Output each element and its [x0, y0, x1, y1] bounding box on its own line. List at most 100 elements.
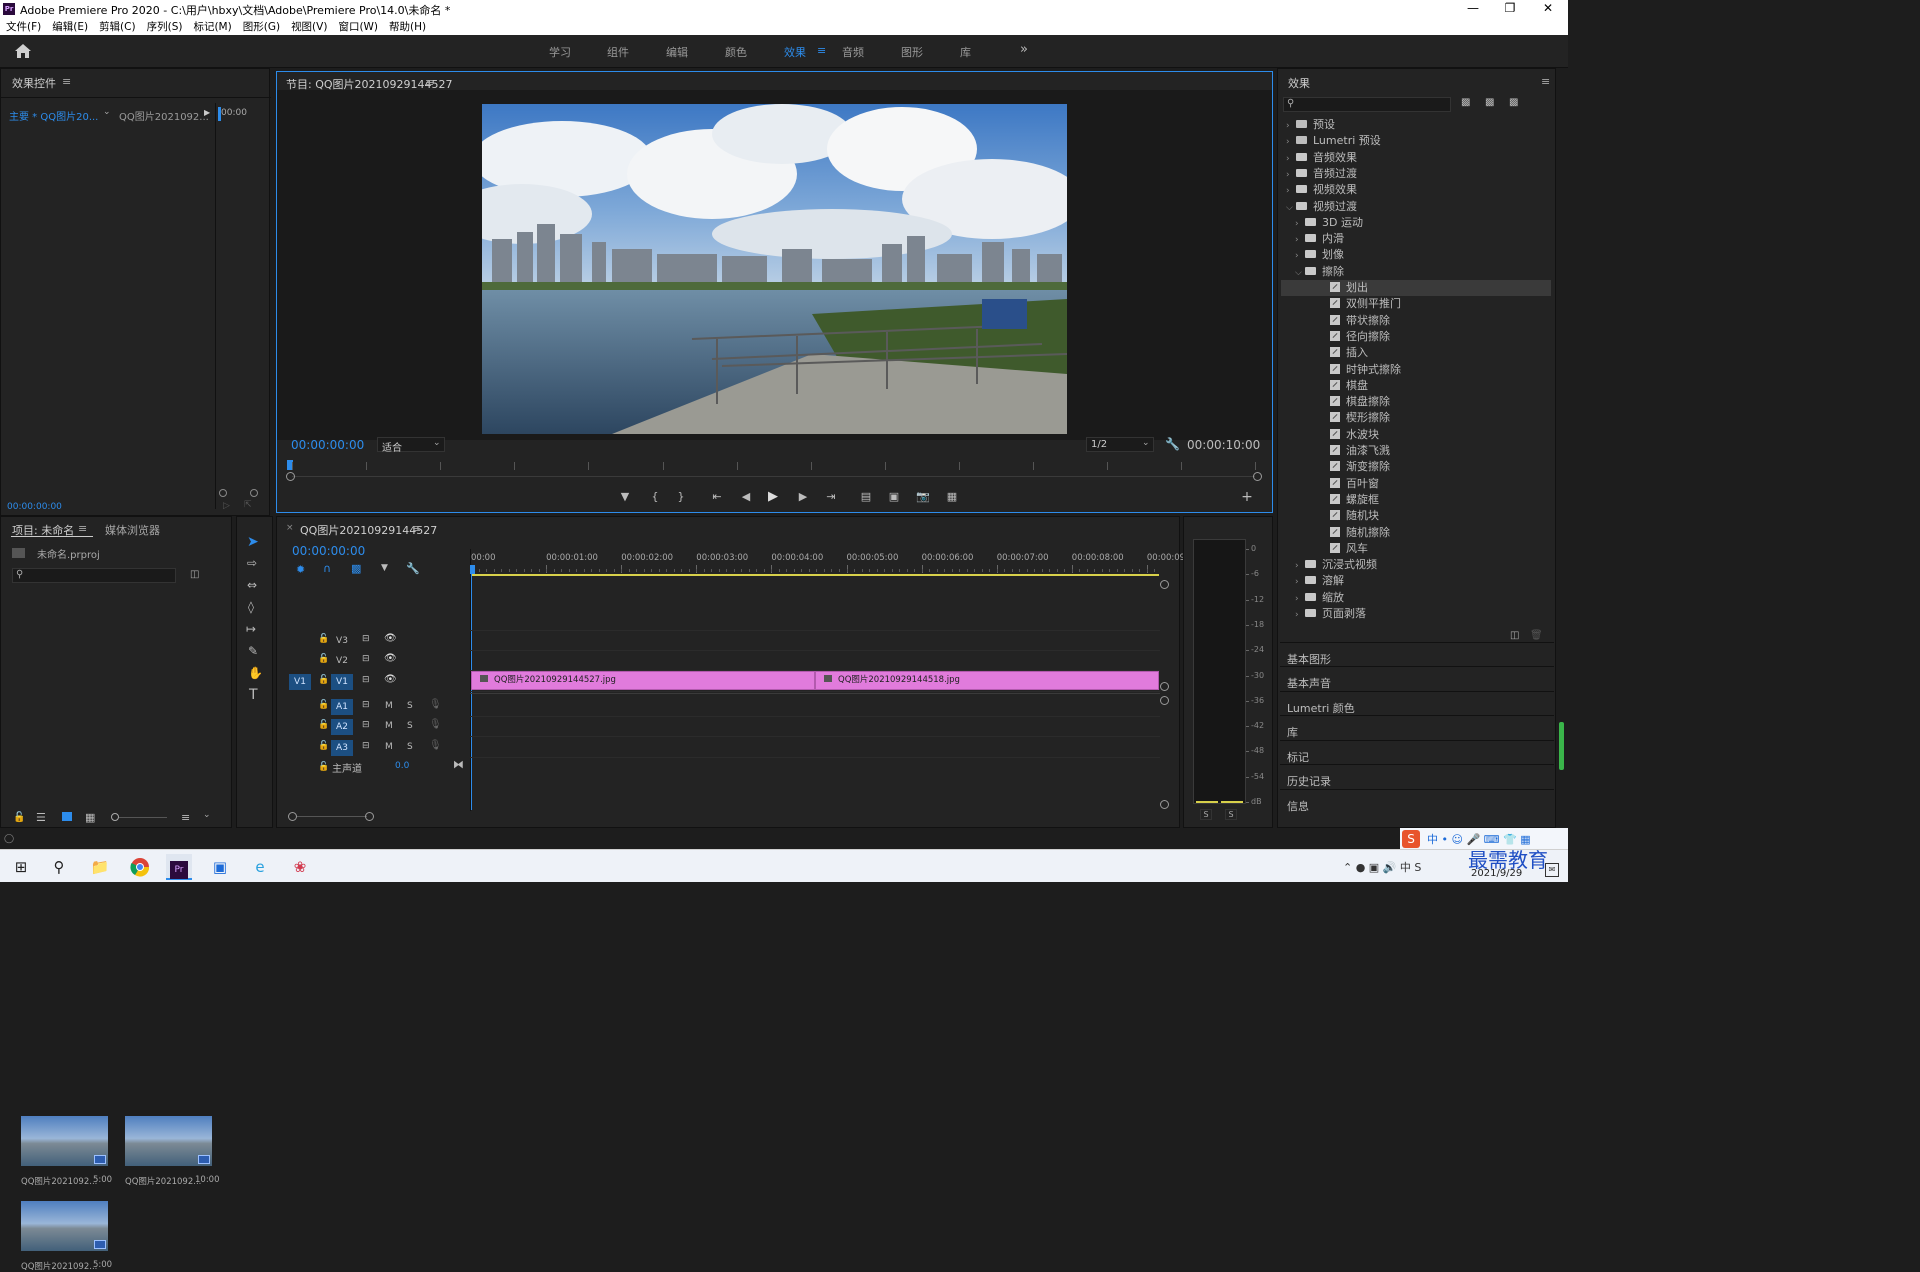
chevron-down-icon[interactable]: ⌵	[1286, 200, 1296, 216]
effect-tree-row[interactable]: ⌵ 视频过渡	[1281, 199, 1551, 215]
master-clip-label[interactable]: 主要 * QQ图片20...	[9, 108, 98, 123]
ripple-edit-tool-icon[interactable]: ⇔	[247, 578, 257, 592]
effect-tree-row[interactable]: 时钟式擦除	[1281, 362, 1551, 378]
mic-icon[interactable]: 🎙	[429, 719, 442, 730]
project-thumbnail[interactable]	[125, 1116, 212, 1166]
accelerated-effects-icon[interactable]: ▩	[1461, 97, 1470, 108]
minimize-button[interactable]: —	[1455, 0, 1491, 18]
yuv-effects-icon[interactable]: ▩	[1509, 97, 1518, 108]
tab-4[interactable]: 效果	[784, 44, 806, 60]
export-icon[interactable]: ⇱	[244, 500, 252, 510]
play-only-icon[interactable]: ▷	[223, 501, 230, 511]
add-marker-icon[interactable]: ▼	[381, 563, 388, 573]
search-icon[interactable]: ⚲	[46, 854, 72, 880]
project-item-name[interactable]: QQ图片2021092...	[21, 1175, 97, 1187]
mark-out-icon[interactable]: }	[673, 490, 689, 504]
chevron-right-icon[interactable]: ›	[1295, 607, 1305, 623]
effect-tree-row[interactable]: ⌵ 擦除	[1281, 264, 1551, 280]
ec-timecode[interactable]: 00:00:00:00	[7, 502, 62, 512]
wrench-icon[interactable]: 🔧	[406, 562, 420, 575]
effect-tree-row[interactable]: › 音频过渡	[1281, 166, 1551, 182]
effect-tree-row[interactable]: › 3D 运动	[1281, 215, 1551, 231]
section-5[interactable]: 历史记录	[1287, 773, 1331, 789]
audio-track-label[interactable]: A1	[331, 699, 353, 715]
section-0[interactable]: 基本图形	[1287, 651, 1331, 667]
effect-tree-row[interactable]: 双侧平推门	[1281, 296, 1551, 312]
slip-tool-icon[interactable]: ↦	[246, 622, 256, 636]
master-volume-value[interactable]: 0.0	[395, 761, 409, 771]
effects-search-input[interactable]: ⚲	[1283, 97, 1451, 112]
wrench-icon[interactable]: 🔧	[1165, 437, 1180, 451]
chevron-down-icon[interactable]: ⌄	[103, 107, 111, 117]
lock-icon[interactable]: 🔓	[318, 762, 329, 772]
scroll-handle-a[interactable]	[1160, 696, 1169, 705]
effect-controls-title[interactable]: 效果控件	[12, 75, 56, 91]
timeline-clip[interactable]: QQ图片20210929144527.jpg	[471, 671, 815, 690]
effect-tree-row[interactable]: 螺旋框	[1281, 492, 1551, 508]
mute-button[interactable]: M	[385, 721, 393, 731]
effect-tree-row[interactable]: 随机块	[1281, 508, 1551, 524]
zoom-handle-left[interactable]	[219, 489, 227, 497]
snap-icon[interactable]: ∩	[323, 562, 331, 575]
new-bin-icon[interactable]: ◫	[1510, 630, 1519, 641]
project-thumbnail[interactable]	[21, 1201, 108, 1251]
solo-right-button[interactable]: S	[1225, 809, 1237, 820]
close-sequence-icon[interactable]: ×	[286, 523, 294, 533]
tab-5[interactable]: 音频	[842, 44, 864, 60]
effect-tree-row[interactable]: › 视频效果	[1281, 182, 1551, 198]
sort-icon[interactable]: ≡	[181, 811, 190, 824]
maximize-button[interactable]: ❐	[1492, 0, 1528, 18]
h-scroll-handle-right[interactable]	[365, 812, 374, 821]
menu-item[interactable]: 标记(M)	[193, 19, 231, 34]
chrome-icon[interactable]	[127, 854, 153, 880]
section-1[interactable]: 基本声音	[1287, 675, 1331, 691]
fit-select[interactable]: 适合 ⌄	[377, 437, 445, 454]
source-patch-v1[interactable]: V1	[289, 674, 311, 690]
chevron-right-icon[interactable]: ›	[1295, 558, 1305, 574]
solo-left-button[interactable]: S	[1200, 809, 1212, 820]
tab-0[interactable]: 学习	[549, 44, 571, 60]
audio-track-label[interactable]: A2	[331, 719, 353, 735]
program-scrub-bar[interactable]	[292, 476, 1255, 477]
section-6[interactable]: 信息	[1287, 798, 1309, 814]
video-track-label[interactable]: V3	[331, 633, 353, 649]
lock-icon[interactable]: 🔓	[13, 812, 25, 823]
effect-tree-row[interactable]: 棋盘	[1281, 378, 1551, 394]
go-to-end-icon[interactable]: ⧓	[453, 758, 464, 771]
effect-tree-row[interactable]: 水波块	[1281, 427, 1551, 443]
lock-icon[interactable]: 🔓	[318, 634, 329, 644]
sync-lock-icon[interactable]: ⊟	[362, 741, 370, 751]
effect-tree-row[interactable]: › 预设	[1281, 117, 1551, 133]
timeline-clip[interactable]: QQ图片20210929144518.jpg	[815, 671, 1159, 690]
tab-2[interactable]: 编辑	[666, 44, 688, 60]
project-search-input[interactable]: ⚲	[12, 568, 176, 583]
tray-icons[interactable]: ⌃ ● ▣ 🔊 中 S	[1343, 859, 1421, 875]
effect-tree-row[interactable]: 油漆飞溅	[1281, 443, 1551, 459]
effect-tree-row[interactable]: › 内滑	[1281, 231, 1551, 247]
effect-tree-row[interactable]: › 划像	[1281, 247, 1551, 263]
tab-media-browser[interactable]: 媒体浏览器	[105, 522, 160, 538]
close-button[interactable]: ✕	[1530, 0, 1566, 18]
razor-tool-icon[interactable]: ◊	[248, 600, 254, 614]
timeline-timecode[interactable]: 00:00:00:00	[292, 544, 365, 558]
video-track-label[interactable]: V1	[331, 674, 353, 690]
effect-tree-row[interactable]: › 音频效果	[1281, 150, 1551, 166]
panel-menu-icon[interactable]: ≡	[62, 75, 71, 88]
sync-lock-icon[interactable]: ⊟	[362, 720, 370, 730]
timeline-playhead-head[interactable]	[470, 565, 475, 574]
h-scroll-handle-left[interactable]	[288, 812, 297, 821]
home-icon[interactable]	[14, 43, 32, 59]
32-bit-effects-icon[interactable]: ▩	[1485, 97, 1494, 108]
ie-icon[interactable]: e	[247, 854, 273, 880]
zoom-handle-right[interactable]	[250, 489, 258, 497]
chevron-right-icon[interactable]: ›	[1295, 216, 1305, 232]
zoom-slider-handle[interactable]	[111, 813, 119, 821]
sogou-icon[interactable]: S	[1402, 830, 1420, 848]
compare-view-icon[interactable]: ▦	[944, 490, 960, 504]
step-back-icon[interactable]: ◀​	[738, 490, 754, 504]
premiere-taskbar-icon[interactable]: Pr	[166, 854, 192, 880]
freeform-view-icon[interactable]: ▦	[85, 811, 95, 824]
chevron-down-icon[interactable]: ⌄	[203, 810, 211, 820]
mic-icon[interactable]: 🎙	[429, 740, 442, 751]
hand-tool-icon[interactable]: ✋	[248, 666, 263, 680]
